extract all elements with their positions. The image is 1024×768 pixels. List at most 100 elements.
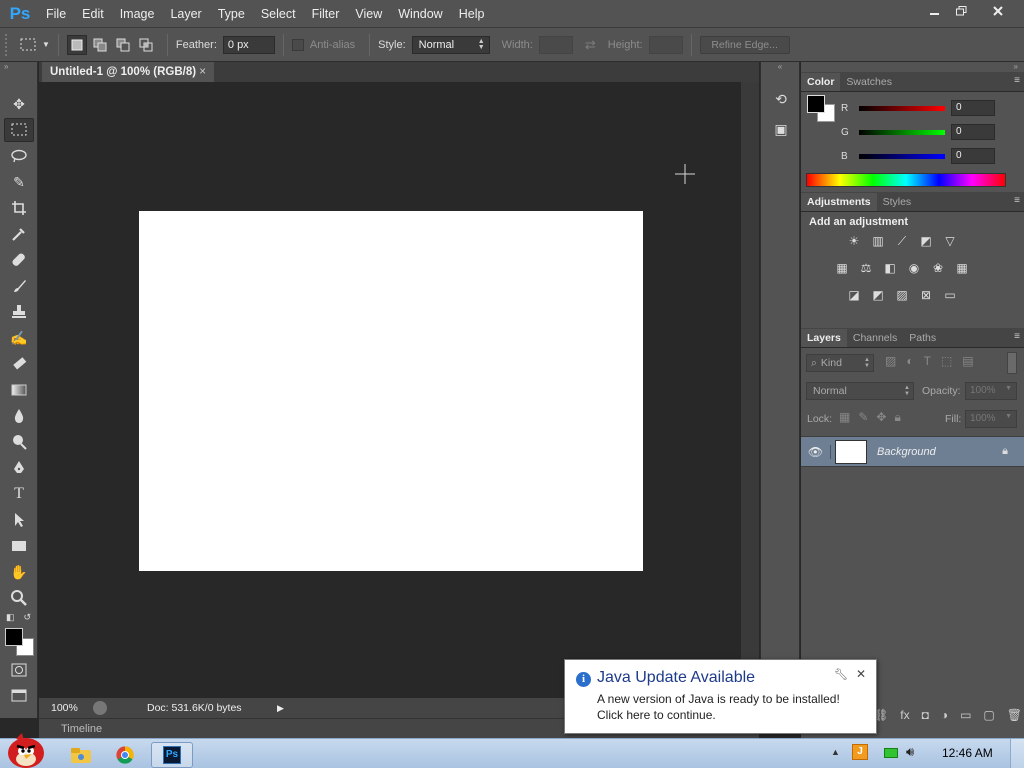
tab-swatches[interactable]: Swatches — [840, 73, 898, 91]
selective-color-icon[interactable]: ⊠ — [917, 288, 935, 302]
type-tool[interactable]: T — [4, 482, 34, 506]
adjustment-filter-icon[interactable]: ◐ — [906, 354, 913, 368]
zoom-tool[interactable] — [4, 586, 34, 610]
zoom-level[interactable]: 100% — [39, 702, 85, 714]
threshold-icon[interactable]: ▨ — [893, 288, 911, 302]
lock-transparent-icon[interactable]: ▦ — [839, 410, 850, 425]
exposure-icon[interactable]: ◩ — [917, 234, 935, 248]
delete-layer-icon[interactable]: 🗑︎ — [1007, 708, 1022, 722]
feather-input[interactable] — [222, 35, 275, 54]
add-mask-icon[interactable]: ◘ — [922, 708, 929, 722]
style-select[interactable]: Normal ▲ ▼ — [411, 35, 490, 54]
red-value[interactable]: 0 — [951, 100, 995, 116]
close-button[interactable] — [978, 2, 1018, 20]
opacity-input[interactable]: 100% ▼ — [965, 382, 1017, 400]
tab-color[interactable]: Color — [801, 73, 841, 91]
gradient-tool[interactable] — [4, 378, 34, 402]
screen-mode-button[interactable] — [4, 684, 34, 708]
hue-saturation-icon[interactable]: ▦ — [833, 261, 851, 275]
black-white-icon[interactable]: ◧ — [881, 261, 899, 275]
smart-object-filter-icon[interactable]: ▤ — [962, 354, 973, 368]
status-menu-arrow-icon[interactable]: ▶ — [277, 703, 284, 714]
blur-tool[interactable] — [4, 404, 34, 428]
menu-window[interactable]: Window — [390, 0, 450, 28]
tab-layers[interactable]: Layers — [801, 329, 847, 347]
curves-icon[interactable]: ⟋ — [893, 234, 911, 248]
java-tray-icon[interactable]: J — [852, 744, 868, 760]
volume-icon[interactable]: 🔊︎ — [906, 744, 914, 760]
hand-tool[interactable]: ✋ — [4, 560, 34, 584]
move-tool[interactable]: ✥ — [4, 92, 34, 116]
fill-input[interactable]: 100% ▼ — [965, 410, 1017, 428]
swap-dimensions-icon[interactable]: ⇄ — [585, 37, 596, 53]
add-to-selection-button[interactable] — [90, 35, 110, 55]
show-desktop-button[interactable] — [1010, 739, 1024, 768]
width-input[interactable] — [538, 35, 573, 54]
add-style-icon[interactable]: fx — [900, 708, 909, 722]
new-selection-button[interactable] — [66, 34, 87, 55]
shape-filter-icon[interactable]: ⬚ — [941, 354, 952, 368]
menu-image[interactable]: Image — [112, 0, 163, 28]
channel-mixer-icon[interactable]: ❀ — [929, 261, 947, 275]
tab-paths[interactable]: Paths — [903, 329, 942, 347]
lock-position-icon[interactable]: ✥ — [876, 410, 886, 425]
clone-stamp-tool[interactable] — [4, 300, 34, 324]
green-slider[interactable] — [859, 129, 945, 135]
blue-value[interactable]: 0 — [951, 148, 995, 164]
panel-menu-icon[interactable]: ≡ — [1014, 195, 1020, 206]
history-brush-tool[interactable]: ✍ — [4, 326, 34, 350]
tab-channels[interactable]: Channels — [847, 329, 903, 347]
java-update-notification[interactable]: i Java Update Available A new version of… — [564, 659, 877, 734]
blue-slider[interactable] — [859, 153, 945, 159]
menu-filter[interactable]: Filter — [304, 0, 348, 28]
visibility-eye-icon[interactable]: 👁︎ — [801, 444, 831, 459]
expand-arrows-icon[interactable]: « — [761, 62, 799, 72]
notification-close-icon[interactable]: ✕ — [856, 667, 866, 681]
network-tray-icon[interactable] — [884, 748, 898, 758]
pixel-filter-icon[interactable]: ▨ — [885, 354, 896, 368]
taskbar-explorer-button[interactable] — [60, 742, 102, 768]
panel-menu-icon[interactable]: ≡ — [1014, 331, 1020, 342]
red-slider[interactable] — [859, 105, 945, 111]
pen-tool[interactable] — [4, 456, 34, 480]
swap-colors-icon[interactable]: ↺ — [23, 612, 31, 626]
brightness-contrast-icon[interactable]: ☀ — [845, 234, 863, 248]
layer-filter-select[interactable]: ⌕ Kind ▲ ▼ — [806, 354, 874, 372]
options-wrench-icon[interactable]: 🔧︎ — [834, 668, 848, 681]
photo-filter-icon[interactable]: ◉ — [905, 261, 923, 275]
lasso-tool[interactable] — [4, 144, 34, 168]
status-share-icon[interactable] — [93, 701, 107, 715]
default-colors-icon[interactable]: ◧ — [6, 612, 15, 626]
menu-help[interactable]: Help — [451, 0, 493, 28]
path-selection-tool[interactable] — [4, 508, 34, 532]
lock-all-icon[interactable]: 🔒︎ — [894, 410, 900, 425]
crop-tool[interactable] — [4, 196, 34, 220]
vertical-scrollbar[interactable] — [741, 82, 759, 698]
taskbar-chrome-button[interactable] — [104, 742, 146, 768]
antialias-checkbox[interactable] — [291, 38, 304, 51]
tab-adjustments[interactable]: Adjustments — [801, 193, 877, 211]
quick-selection-tool[interactable]: ✎ — [4, 170, 34, 194]
lock-image-icon[interactable]: ✎ — [858, 410, 868, 425]
document-tab[interactable]: Untitled-1 @ 100% (RGB/8) × — [42, 62, 214, 82]
new-layer-icon[interactable]: ▢ — [983, 708, 994, 722]
vibrance-icon[interactable]: ▽ — [941, 234, 959, 248]
rectangle-tool[interactable] — [4, 534, 34, 558]
taskbar-photoshop-button[interactable]: Ps — [151, 742, 193, 768]
expand-arrows-icon[interactable]: » — [801, 62, 1024, 72]
type-filter-icon[interactable]: T — [924, 354, 931, 368]
close-tab-icon[interactable]: × — [199, 66, 206, 78]
document-canvas[interactable] — [139, 211, 643, 571]
new-group-icon[interactable]: ▭ — [960, 708, 971, 722]
eraser-tool[interactable] — [4, 352, 34, 376]
foreground-color-swatch[interactable] — [5, 628, 23, 646]
new-adjustment-icon[interactable]: ◑ — [941, 708, 948, 722]
history-panel-button[interactable]: ⟲ — [767, 86, 795, 112]
quick-mask-button[interactable] — [4, 658, 34, 682]
refine-edge-button[interactable]: Refine Edge... — [699, 35, 790, 54]
show-hidden-icons-icon[interactable]: ▲ — [831, 747, 840, 757]
eyedropper-tool[interactable] — [4, 222, 34, 246]
levels-icon[interactable]: ▥ — [869, 234, 887, 248]
menu-view[interactable]: View — [347, 0, 390, 28]
clock[interactable]: 12:46 AM — [942, 746, 993, 760]
